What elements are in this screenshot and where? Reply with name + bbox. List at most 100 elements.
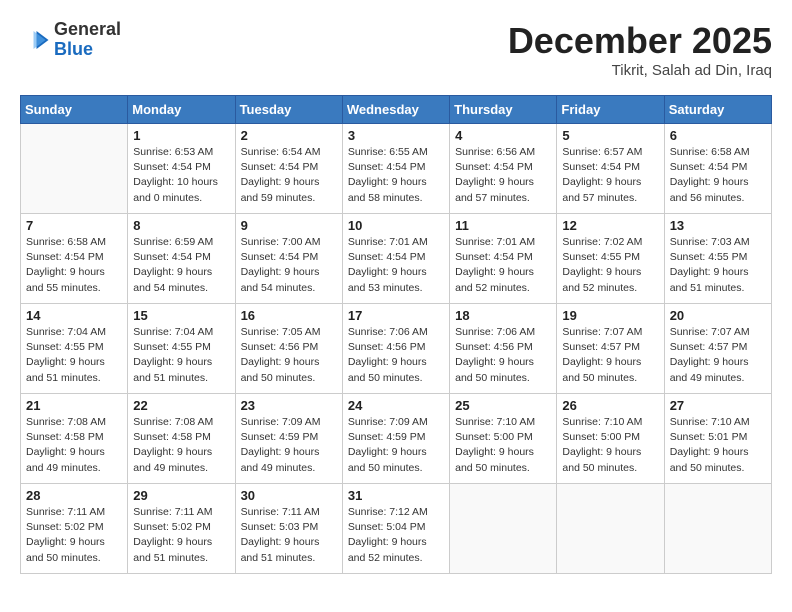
day-number: 5 bbox=[562, 128, 658, 143]
calendar-header-row: SundayMondayTuesdayWednesdayThursdayFrid… bbox=[21, 96, 772, 124]
calendar-cell: 26 Sunrise: 7:10 AM Sunset: 5:00 PM Dayli… bbox=[557, 394, 664, 484]
calendar-cell: 7 Sunrise: 6:58 AM Sunset: 4:54 PM Daylig… bbox=[21, 214, 128, 304]
weekday-header-monday: Monday bbox=[128, 96, 235, 124]
calendar-cell: 11 Sunrise: 7:01 AM Sunset: 4:54 PM Dayli… bbox=[450, 214, 557, 304]
day-number: 25 bbox=[455, 398, 551, 413]
day-number: 19 bbox=[562, 308, 658, 323]
calendar-cell bbox=[450, 484, 557, 574]
day-number: 22 bbox=[133, 398, 229, 413]
calendar-cell: 4 Sunrise: 6:56 AM Sunset: 4:54 PM Daylig… bbox=[450, 124, 557, 214]
day-info: Sunrise: 7:05 AM Sunset: 4:56 PM Dayligh… bbox=[241, 325, 337, 386]
calendar-cell: 27Sunrise: 7:10 AM Sunset: 5:01 PM Dayli… bbox=[664, 394, 771, 484]
day-number: 29 bbox=[133, 488, 229, 503]
month-title: December 2025 bbox=[508, 20, 772, 62]
logo: General Blue bbox=[20, 20, 121, 60]
calendar-table: SundayMondayTuesdayWednesdayThursdayFrid… bbox=[20, 95, 772, 574]
weekday-header-saturday: Saturday bbox=[664, 96, 771, 124]
calendar-cell: 5 Sunrise: 6:57 AM Sunset: 4:54 PM Daylig… bbox=[557, 124, 664, 214]
calendar-cell: 29Sunrise: 7:11 AM Sunset: 5:02 PM Dayli… bbox=[128, 484, 235, 574]
day-info: Sunrise: 6:55 AM Sunset: 4:54 PM Dayligh… bbox=[348, 145, 444, 206]
week-row-3: 14 Sunrise: 7:04 AM Sunset: 4:55 PM Dayli… bbox=[21, 304, 772, 394]
page-header: General Blue December 2025 Tikrit, Salah… bbox=[20, 20, 772, 79]
day-info: Sunrise: 7:09 AM Sunset: 4:59 PM Dayligh… bbox=[348, 415, 444, 476]
day-number: 28 bbox=[26, 488, 122, 503]
calendar-cell: 2Sunrise: 6:54 AM Sunset: 4:54 PM Daylig… bbox=[235, 124, 342, 214]
day-number: 3 bbox=[348, 128, 444, 143]
week-row-1: 1 Sunrise: 6:53 AM Sunset: 4:54 PM Daylig… bbox=[21, 124, 772, 214]
day-number: 10 bbox=[348, 218, 444, 233]
day-number: 8 bbox=[133, 218, 229, 233]
calendar-cell: 20 Sunrise: 7:07 AM Sunset: 4:57 PM Dayli… bbox=[664, 304, 771, 394]
location: Tikrit, Salah ad Din, Iraq bbox=[508, 62, 772, 79]
weekday-header-tuesday: Tuesday bbox=[235, 96, 342, 124]
day-number: 15 bbox=[133, 308, 229, 323]
logo-general-text: General bbox=[54, 20, 121, 40]
day-number: 24 bbox=[348, 398, 444, 413]
day-info: Sunrise: 7:09 AM Sunset: 4:59 PM Dayligh… bbox=[241, 415, 337, 476]
day-info: Sunrise: 6:53 AM Sunset: 4:54 PM Dayligh… bbox=[133, 145, 229, 206]
day-info: Sunrise: 7:11 AM Sunset: 5:02 PM Dayligh… bbox=[26, 505, 122, 566]
day-number: 11 bbox=[455, 218, 551, 233]
calendar-cell: 3 Sunrise: 6:55 AM Sunset: 4:54 PM Daylig… bbox=[342, 124, 449, 214]
calendar-cell: 1 Sunrise: 6:53 AM Sunset: 4:54 PM Daylig… bbox=[128, 124, 235, 214]
day-info: Sunrise: 7:04 AM Sunset: 4:55 PM Dayligh… bbox=[133, 325, 229, 386]
day-info: Sunrise: 6:58 AM Sunset: 4:54 PM Dayligh… bbox=[26, 235, 122, 296]
day-info: Sunrise: 7:08 AM Sunset: 4:58 PM Dayligh… bbox=[26, 415, 122, 476]
calendar-cell: 9Sunrise: 7:00 AM Sunset: 4:54 PM Daylig… bbox=[235, 214, 342, 304]
calendar-cell: 23 Sunrise: 7:09 AM Sunset: 4:59 PM Dayli… bbox=[235, 394, 342, 484]
day-info: Sunrise: 7:06 AM Sunset: 4:56 PM Dayligh… bbox=[348, 325, 444, 386]
calendar-cell: 14 Sunrise: 7:04 AM Sunset: 4:55 PM Dayli… bbox=[21, 304, 128, 394]
day-number: 9 bbox=[241, 218, 337, 233]
day-number: 27 bbox=[670, 398, 766, 413]
day-number: 17 bbox=[348, 308, 444, 323]
calendar-cell: 17 Sunrise: 7:06 AM Sunset: 4:56 PM Dayli… bbox=[342, 304, 449, 394]
day-number: 4 bbox=[455, 128, 551, 143]
calendar-cell bbox=[21, 124, 128, 214]
day-info: Sunrise: 7:06 AM Sunset: 4:56 PM Dayligh… bbox=[455, 325, 551, 386]
day-number: 18 bbox=[455, 308, 551, 323]
day-info: Sunrise: 7:10 AM Sunset: 5:00 PM Dayligh… bbox=[562, 415, 658, 476]
week-row-4: 21Sunrise: 7:08 AM Sunset: 4:58 PM Dayli… bbox=[21, 394, 772, 484]
day-info: Sunrise: 7:01 AM Sunset: 4:54 PM Dayligh… bbox=[348, 235, 444, 296]
calendar-cell: 24 Sunrise: 7:09 AM Sunset: 4:59 PM Dayli… bbox=[342, 394, 449, 484]
calendar-cell: 30Sunrise: 7:11 AM Sunset: 5:03 PM Dayli… bbox=[235, 484, 342, 574]
calendar-cell: 18 Sunrise: 7:06 AM Sunset: 4:56 PM Dayli… bbox=[450, 304, 557, 394]
day-number: 20 bbox=[670, 308, 766, 323]
calendar-cell: 16Sunrise: 7:05 AM Sunset: 4:56 PM Dayli… bbox=[235, 304, 342, 394]
calendar-cell: 19 Sunrise: 7:07 AM Sunset: 4:57 PM Dayli… bbox=[557, 304, 664, 394]
day-info: Sunrise: 6:57 AM Sunset: 4:54 PM Dayligh… bbox=[562, 145, 658, 206]
calendar-cell bbox=[557, 484, 664, 574]
day-info: Sunrise: 6:59 AM Sunset: 4:54 PM Dayligh… bbox=[133, 235, 229, 296]
day-info: Sunrise: 7:04 AM Sunset: 4:55 PM Dayligh… bbox=[26, 325, 122, 386]
day-info: Sunrise: 7:07 AM Sunset: 4:57 PM Dayligh… bbox=[670, 325, 766, 386]
day-info: Sunrise: 7:12 AM Sunset: 5:04 PM Dayligh… bbox=[348, 505, 444, 566]
day-number: 31 bbox=[348, 488, 444, 503]
calendar-cell: 25Sunrise: 7:10 AM Sunset: 5:00 PM Dayli… bbox=[450, 394, 557, 484]
calendar-cell: 22Sunrise: 7:08 AM Sunset: 4:58 PM Dayli… bbox=[128, 394, 235, 484]
calendar-cell: 6Sunrise: 6:58 AM Sunset: 4:54 PM Daylig… bbox=[664, 124, 771, 214]
day-number: 1 bbox=[133, 128, 229, 143]
day-info: Sunrise: 6:56 AM Sunset: 4:54 PM Dayligh… bbox=[455, 145, 551, 206]
day-info: Sunrise: 7:07 AM Sunset: 4:57 PM Dayligh… bbox=[562, 325, 658, 386]
week-row-2: 7 Sunrise: 6:58 AM Sunset: 4:54 PM Daylig… bbox=[21, 214, 772, 304]
day-info: Sunrise: 7:11 AM Sunset: 5:03 PM Dayligh… bbox=[241, 505, 337, 566]
calendar-cell: 10 Sunrise: 7:01 AM Sunset: 4:54 PM Dayli… bbox=[342, 214, 449, 304]
weekday-header-wednesday: Wednesday bbox=[342, 96, 449, 124]
logo-text: General Blue bbox=[54, 20, 121, 60]
title-block: December 2025 Tikrit, Salah ad Din, Iraq bbox=[508, 20, 772, 79]
day-number: 23 bbox=[241, 398, 337, 413]
day-number: 12 bbox=[562, 218, 658, 233]
day-number: 13 bbox=[670, 218, 766, 233]
weekday-header-thursday: Thursday bbox=[450, 96, 557, 124]
logo-blue-text: Blue bbox=[54, 40, 121, 60]
day-info: Sunrise: 6:58 AM Sunset: 4:54 PM Dayligh… bbox=[670, 145, 766, 206]
day-info: Sunrise: 7:01 AM Sunset: 4:54 PM Dayligh… bbox=[455, 235, 551, 296]
logo-icon bbox=[20, 25, 50, 55]
day-number: 14 bbox=[26, 308, 122, 323]
day-number: 7 bbox=[26, 218, 122, 233]
weekday-header-sunday: Sunday bbox=[21, 96, 128, 124]
weekday-header-friday: Friday bbox=[557, 96, 664, 124]
day-number: 2 bbox=[241, 128, 337, 143]
day-number: 26 bbox=[562, 398, 658, 413]
calendar-cell: 21Sunrise: 7:08 AM Sunset: 4:58 PM Dayli… bbox=[21, 394, 128, 484]
